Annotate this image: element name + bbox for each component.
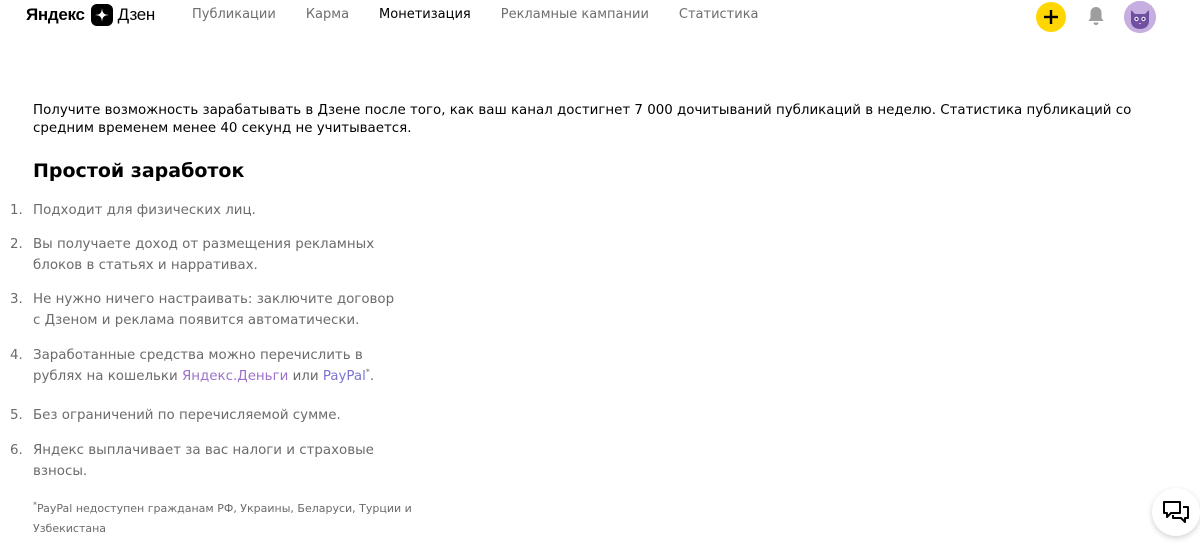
- yandex-money-link[interactable]: Яндекс.Деньги: [182, 369, 288, 384]
- benefits-list: 1. Подходит для физических лиц. 2. Вы по…: [0, 0, 420, 560]
- list-item-number: 5.: [10, 408, 23, 423]
- paypal-footnote: *PayPal недоступен гражданам РФ, Украины…: [33, 499, 413, 539]
- support-chat-button[interactable]: [1152, 488, 1200, 536]
- list-item-number: 1.: [10, 203, 23, 218]
- cat-avatar-icon: [1124, 1, 1156, 33]
- list-item-text: Яндекс выплачивает за вас налоги и страх…: [33, 443, 374, 479]
- bell-icon: [1088, 7, 1104, 25]
- list-item-text-mid: или: [288, 368, 323, 384]
- footnote-text: PayPal недоступен гражданам РФ, Украины,…: [33, 502, 412, 535]
- list-item-number: 6.: [10, 443, 23, 458]
- plus-icon: [1044, 10, 1058, 24]
- paypal-link[interactable]: PayPal: [323, 369, 366, 384]
- list-item-text: Подходит для физических лиц.: [33, 203, 256, 218]
- notifications-button[interactable]: [1086, 5, 1106, 27]
- list-item-text: Не нужно ничего настраивать: заключите д…: [33, 292, 395, 328]
- create-publication-button[interactable]: [1036, 2, 1066, 32]
- list-item-text: Заработанные средства можно перечислить …: [33, 346, 403, 387]
- list-item-number: 3.: [10, 292, 23, 307]
- user-avatar[interactable]: [1124, 1, 1156, 33]
- list-item-text: Вы получаете доход от размещения рекламн…: [33, 237, 375, 273]
- list-item-text-after: .: [369, 368, 375, 384]
- list-item-text: Без ограничений по перечисляемой сумме.: [33, 408, 341, 423]
- list-item-number: 4.: [10, 348, 23, 363]
- nav-item-statistics[interactable]: Статистика: [679, 7, 759, 22]
- chat-bubbles-icon: [1163, 501, 1189, 523]
- list-item-number: 2.: [10, 237, 23, 252]
- nav-item-ad-campaigns[interactable]: Рекламные кампании: [501, 7, 649, 22]
